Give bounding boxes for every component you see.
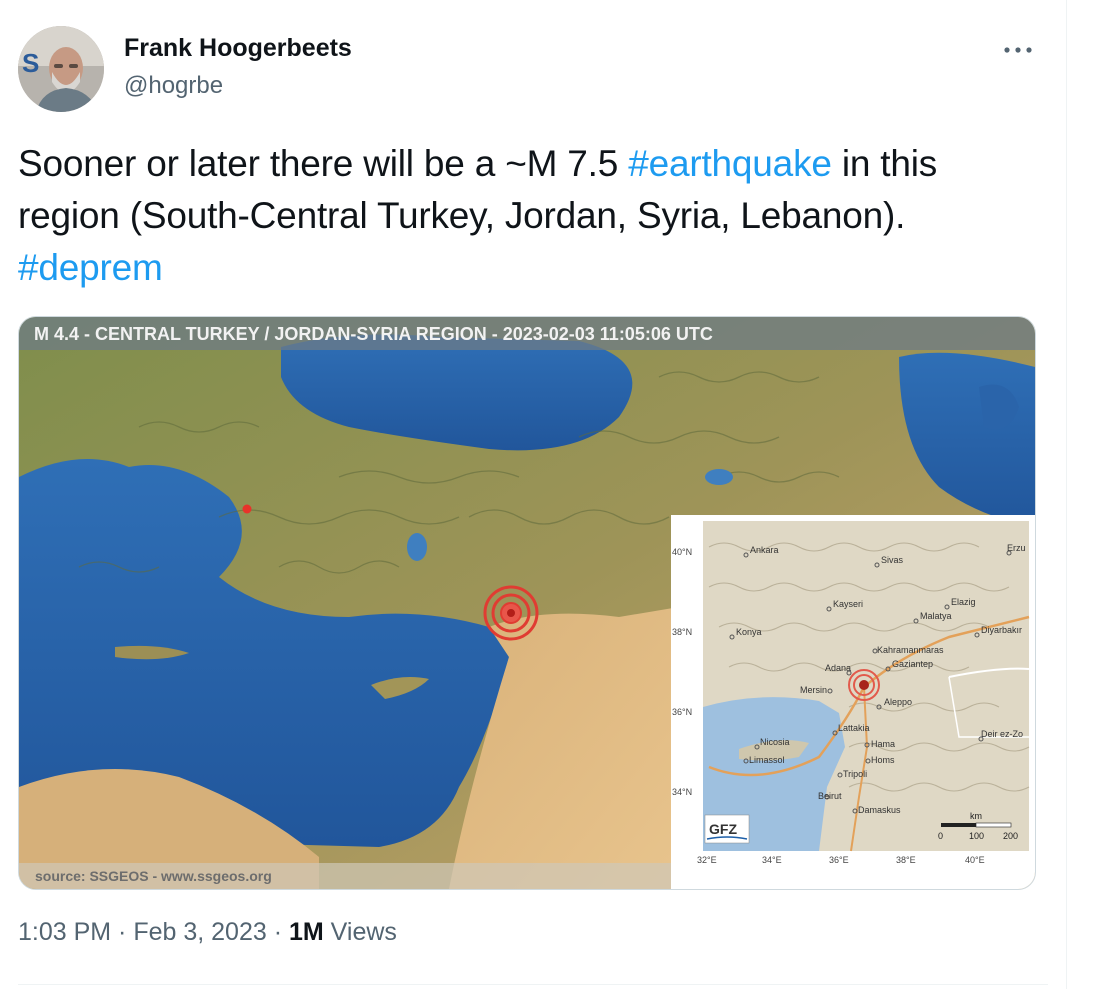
- meta-separator: ·: [111, 918, 134, 946]
- city-label: Nicosia: [760, 737, 790, 747]
- epicenter-marker: [483, 585, 539, 641]
- city-label: Aleppo: [884, 697, 912, 707]
- inset-epicenter-marker: [848, 669, 880, 701]
- latitude-label: 36°N: [672, 707, 692, 717]
- city-label: Malatya: [920, 611, 952, 621]
- scale-unit: km: [970, 811, 982, 821]
- scale-tick: 100: [969, 831, 984, 841]
- longitude-label: 36°E: [829, 855, 849, 865]
- city-label: Gaziantep: [892, 659, 933, 669]
- city-label: Ankara: [750, 545, 779, 555]
- author-name[interactable]: Frank Hoogerbeets: [124, 34, 352, 63]
- gfz-logo: GFZ: [704, 814, 750, 844]
- city-label: Kayseri: [833, 599, 863, 609]
- city-label: Erzu: [1007, 543, 1026, 553]
- hashtag-link[interactable]: #earthquake: [628, 143, 832, 184]
- author-handle[interactable]: @hogrbe: [124, 72, 223, 100]
- city-label: Diyarbakır: [981, 625, 1022, 635]
- city-label: Adana: [825, 663, 851, 673]
- city-label: Hama: [871, 739, 895, 749]
- scale-tick: 200: [1003, 831, 1018, 841]
- views-count: 1M: [288, 918, 324, 946]
- map-header: M 4.4 - CENTRAL TURKEY / JORDAN-SYRIA RE…: [34, 324, 713, 344]
- tweet-media-image[interactable]: M 4.4 - CENTRAL TURKEY / JORDAN-SYRIA RE…: [18, 316, 1036, 890]
- earthquake-map: M 4.4 - CENTRAL TURKEY / JORDAN-SYRIA RE…: [19, 317, 1035, 889]
- column-divider: [1066, 0, 1067, 989]
- views-label: Views: [323, 918, 397, 946]
- city-label: Tripoli: [843, 769, 867, 779]
- tweet-date[interactable]: Feb 3, 2023: [133, 918, 266, 946]
- city-label: Limassol: [749, 755, 785, 765]
- tweet-meta: 1:03 PM · Feb 3, 2023 · 1M Views: [18, 918, 397, 947]
- city-label: Elazig: [951, 597, 976, 607]
- gfz-logo-text: GFZ: [709, 821, 737, 837]
- longitude-label: 38°E: [896, 855, 916, 865]
- longitude-label: 32°E: [697, 855, 717, 865]
- city-label: Lattakia: [838, 723, 870, 733]
- inset-map: 40°N 38°N 36°N 34°N 32°E 34°E 36°E 38°E …: [671, 515, 1035, 889]
- city-label: Kahramanmaras: [877, 645, 944, 655]
- latitude-label: 40°N: [672, 547, 692, 557]
- city-label: Beirut: [818, 791, 842, 801]
- latitude-label: 38°N: [672, 627, 692, 637]
- divider: [18, 984, 1048, 985]
- tweet-text: Sooner or later there will be a ~M 7.5 #…: [18, 138, 1028, 294]
- city-label: Damaskus: [858, 805, 901, 815]
- tweet-text-part: Sooner or later there will be a ~M 7.5: [18, 143, 629, 184]
- scale-tick: 0: [938, 831, 943, 841]
- tweet-time[interactable]: 1:03 PM: [18, 918, 111, 946]
- longitude-label: 34°E: [762, 855, 782, 865]
- latitude-label: 34°N: [672, 787, 692, 797]
- map-source: source: SSGEOS - www.ssgeos.org: [35, 868, 272, 884]
- more-horizontal-icon: [1004, 47, 1032, 53]
- meta-separator: ·: [266, 918, 289, 946]
- city-label: Konya: [736, 627, 762, 637]
- city-label: Deir ez-Zo: [981, 729, 1023, 739]
- city-label: Sivas: [881, 555, 904, 565]
- more-options-button[interactable]: [994, 30, 1042, 70]
- avatar-letter: S: [22, 48, 39, 78]
- longitude-label: 40°E: [965, 855, 985, 865]
- avatar[interactable]: S: [18, 26, 104, 112]
- city-label: Homs: [871, 755, 895, 765]
- hashtag-link[interactable]: #deprem: [18, 247, 163, 288]
- city-label: Mersin: [800, 685, 827, 695]
- event-marker: [242, 504, 252, 514]
